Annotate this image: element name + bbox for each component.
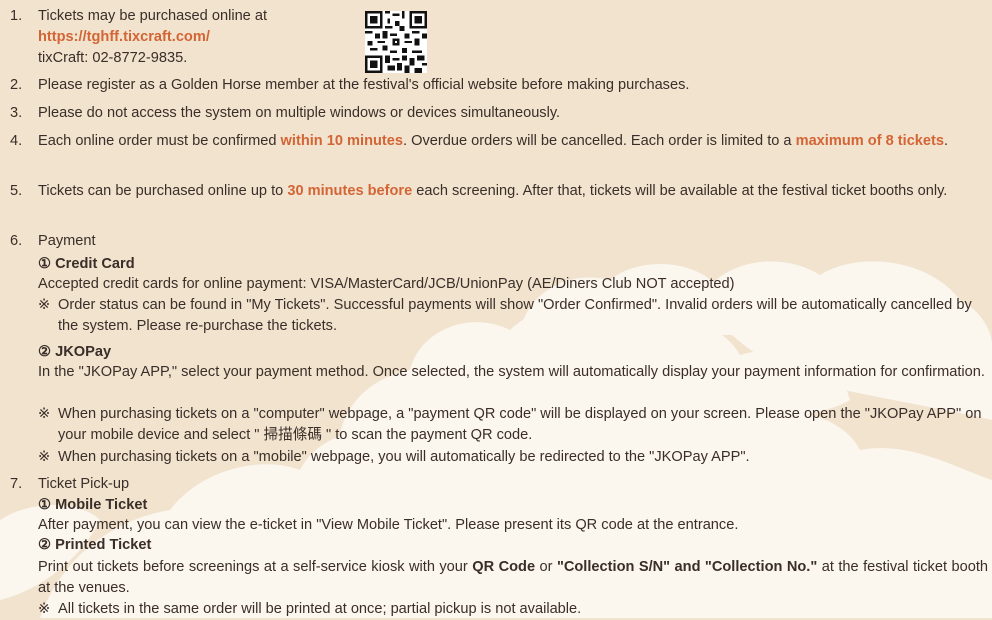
tixcraft-phone: tixCraft: 02-8772-9835.	[38, 50, 188, 66]
item-text: Tickets can be purchased online up to 30…	[38, 181, 988, 202]
highlight-text: within 10 minutes	[280, 133, 403, 149]
credit-card-title: ① Credit Card	[38, 256, 135, 272]
text-segment: Print out tickets before screenings at a…	[38, 559, 473, 575]
purchase-online-text: Tickets may be purchased online at	[38, 8, 268, 24]
mobile-ticket-title: ① Mobile Ticket	[38, 497, 148, 513]
qr-code-icon	[365, 11, 427, 73]
note-text: When purchasing tickets on a "mobile" we…	[58, 449, 750, 465]
item-number: 1.	[10, 8, 23, 24]
item-number: 7.	[10, 476, 23, 492]
text-segment: Each online order must be confirmed	[38, 133, 281, 149]
text-segment: .	[944, 133, 949, 149]
jkopay-text: In the "JKOPay APP," select your payment…	[38, 364, 985, 380]
printed-ticket-note: ※ All tickets in the same order will be …	[38, 599, 988, 620]
highlight-text: 30 minutes before	[287, 183, 413, 199]
item-number: 4.	[10, 133, 23, 149]
text-segment: . Overdue orders will be cancelled. Each…	[403, 133, 796, 149]
payment-heading: Payment	[38, 233, 96, 249]
credit-card-text: Accepted credit cards for online payment…	[38, 276, 735, 292]
note-mark: ※	[38, 449, 51, 465]
item-number: 3.	[10, 105, 23, 121]
highlight-text: maximum of 8 tickets	[795, 133, 945, 149]
text-segment: or	[535, 559, 557, 575]
printed-ticket-title: ② Printed Ticket	[38, 537, 152, 553]
printed-ticket-text: Print out tickets before screenings at a…	[38, 557, 988, 599]
jkopay-note-mobile: ※ When purchasing tickets on a "mobile" …	[38, 447, 988, 468]
item-text: Please register as a Golden Horse member…	[38, 77, 690, 93]
item-text: Please do not access the system on multi…	[38, 105, 561, 121]
item-text: Tickets may be purchased online at https…	[38, 6, 988, 69]
note-text: All tickets in the same order will be pr…	[58, 601, 582, 617]
tixcraft-link[interactable]: https://tghff.tixcraft.com/	[38, 29, 210, 45]
pickup-heading: Ticket Pick-up	[38, 476, 130, 492]
note-mark: ※	[38, 297, 51, 313]
note-mark: ※	[38, 601, 51, 617]
note-text: When purchasing tickets on a "computer" …	[58, 406, 982, 443]
item-number: 2.	[10, 77, 23, 93]
bold-text: QR Code	[472, 559, 536, 575]
item-text: Each online order must be confirmed with…	[38, 131, 988, 152]
credit-card-note: ※ Order status can be found in "My Ticke…	[38, 295, 988, 337]
bold-text: "Collection S/N" and "Collection No."	[556, 559, 818, 575]
note-mark: ※	[38, 406, 51, 422]
item-number: 5.	[10, 183, 23, 199]
text-segment: each screening. After that, tickets will…	[412, 183, 948, 199]
jkopay-title: ② JKOPay	[38, 344, 112, 360]
item-number: 6.	[10, 233, 23, 249]
jkopay-note-computer: ※ When purchasing tickets on a "computer…	[38, 404, 988, 446]
note-text: Order status can be found in "My Tickets…	[58, 297, 972, 334]
text-segment: Tickets can be purchased online up to	[38, 183, 288, 199]
mobile-ticket-text: After payment, you can view the e-ticket…	[38, 517, 739, 533]
